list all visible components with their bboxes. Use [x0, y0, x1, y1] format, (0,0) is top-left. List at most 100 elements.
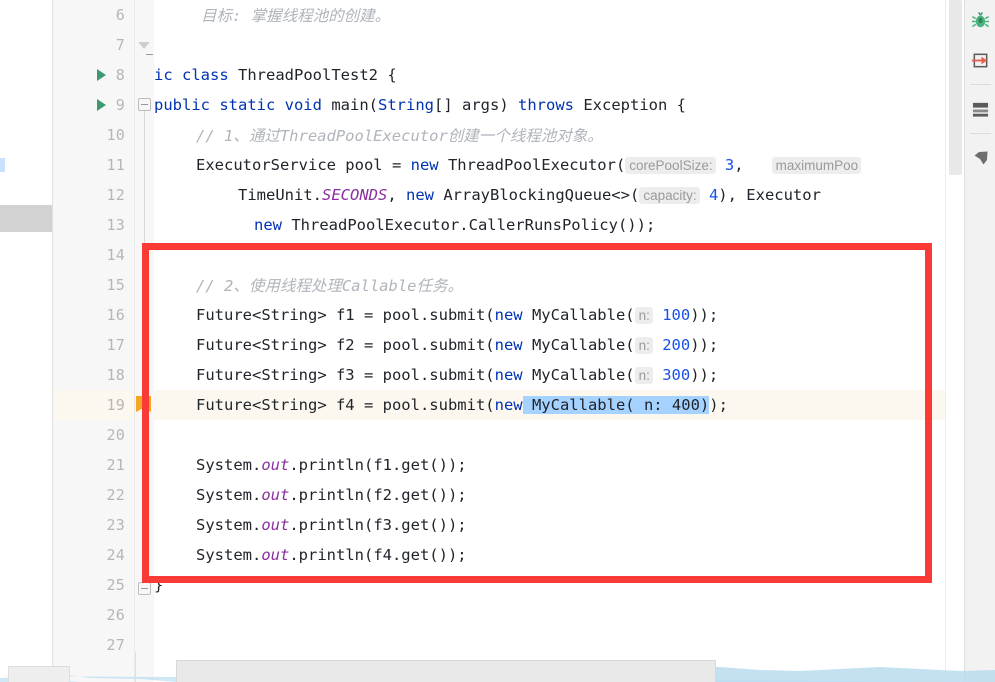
code-token-plain: MyCallable(	[522, 306, 635, 324]
code-token-kw: new	[410, 156, 439, 174]
code-line-7[interactable]	[154, 30, 945, 60]
line-number-label: 26	[106, 606, 125, 624]
code-token-plain: ThreadPoolExecutor(	[438, 156, 626, 174]
line-number-25[interactable]: 25	[53, 570, 134, 600]
line-number-6[interactable]: 6	[53, 0, 134, 30]
code-line-15[interactable]: // 2、使用线程处理Callable任务。	[154, 270, 945, 300]
code-line-12[interactable]: TimeUnit. SECONDS, new ArrayBlockingQueue…	[154, 180, 945, 210]
code-line-9[interactable]: public static void main(String[] args) t…	[154, 90, 945, 120]
line-number-19[interactable]: 19	[53, 390, 134, 420]
line-number-label: 7	[115, 36, 125, 54]
line-number-label: 17	[106, 336, 125, 354]
code-editor-window: 6 7 8 9 10 11 12 13 14 15 16 17 18 19 20 21 22 23 24 25 26 27…	[0, 0, 995, 682]
line-number-label: 24	[106, 546, 125, 564]
code-line-11[interactable]: ExecutorService pool = new ThreadPoolExe…	[154, 150, 945, 180]
code-text-area[interactable]: 目标: 掌握线程池的创建。 ic class ThreadPoolTest2 {p…	[154, 0, 945, 682]
line-number-label: 12	[106, 186, 125, 204]
code-line-16[interactable]: Future<String> f1 = pool.submit(new MyCa…	[154, 300, 945, 330]
line-number-label: 22	[106, 486, 125, 504]
line-number-23[interactable]: 23	[53, 510, 134, 540]
line-number-21[interactable]: 21	[53, 450, 134, 480]
code-token-plain: .println(f4.get());	[289, 546, 467, 564]
code-token-num: 4	[708, 186, 719, 204]
line-number-12[interactable]: 12	[53, 180, 134, 210]
step-arrow-icon[interactable]	[965, 40, 995, 80]
fold-marker-end[interactable]	[138, 582, 151, 595]
code-token-hint: n:	[634, 306, 653, 324]
code-token-plain: MyCallable(	[522, 336, 635, 354]
line-number-7[interactable]: 7	[53, 30, 134, 60]
line-number-label: 13	[106, 216, 125, 234]
code-token-plain: System.	[196, 456, 262, 474]
line-number-11[interactable]: 11	[53, 150, 134, 180]
code-line-10[interactable]: // 1、通过ThreadPoolExecutor创建一个线程池对象。	[154, 120, 945, 150]
code-line-20[interactable]	[154, 420, 945, 450]
line-number-15[interactable]: 15	[53, 270, 134, 300]
code-line-25[interactable]: }	[154, 570, 945, 600]
left-scroll-block[interactable]	[0, 205, 52, 232]
line-number-13[interactable]: 13	[53, 210, 134, 240]
code-line-17[interactable]: Future<String> f2 = pool.submit(new MyCa…	[154, 330, 945, 360]
fold-guide-line	[144, 111, 145, 581]
code-line-8[interactable]: ic class ThreadPoolTest2 {	[154, 60, 945, 90]
fold-marker-method[interactable]	[138, 98, 151, 111]
code-line-23[interactable]: System. out .println(f3.get());	[154, 510, 945, 540]
code-token-plain: .println(f1.get());	[289, 456, 467, 474]
waveform-left-frame	[8, 666, 70, 682]
line-number-26[interactable]: 26	[53, 600, 134, 630]
code-token-plain: TimeUnit.	[238, 186, 322, 204]
code-token-plain: (	[368, 96, 378, 114]
vertical-scrollbar-track[interactable]	[945, 0, 964, 682]
code-token-cmt: // 1、通过ThreadPoolExecutor创建一个线程池对象。	[196, 127, 603, 145]
code-fold-strip[interactable]	[135, 0, 154, 682]
line-number-14[interactable]: 14	[53, 240, 134, 270]
debug-bug-icon[interactable]	[965, 0, 995, 40]
variables-icon[interactable]	[965, 89, 995, 129]
code-token-plain: Exception {	[574, 96, 686, 114]
code-line-14[interactable]	[154, 240, 945, 270]
line-number-17[interactable]: 17	[53, 330, 134, 360]
line-number-16[interactable]: 16	[53, 300, 134, 330]
line-number-label: 10	[106, 126, 125, 144]
line-number-8[interactable]: 8	[53, 60, 134, 90]
fold-marker-collapsed[interactable]	[138, 42, 153, 55]
code-token-hint: corePoolSize:	[625, 156, 716, 174]
line-number-label: 18	[106, 366, 125, 384]
line-number-9[interactable]: 9	[53, 90, 134, 120]
run-arrow-icon[interactable]	[97, 69, 106, 81]
line-number-10[interactable]: 10	[53, 120, 134, 150]
code-line-18[interactable]: Future<String> f3 = pool.submit(new MyCa…	[154, 360, 945, 390]
code-line-22[interactable]: System. out .println(f2.get());	[154, 480, 945, 510]
code-line-26[interactable]	[154, 600, 945, 630]
code-line-19[interactable]: Future<String> f4 = pool.submit(new MyCa…	[154, 390, 945, 420]
code-token-plain: Future<String> f3 = pool.submit(	[196, 366, 495, 384]
pin-icon[interactable]	[965, 138, 995, 178]
left-edge-strip	[0, 0, 52, 682]
line-number-18[interactable]: 18	[53, 360, 134, 390]
line-number-gutter: 6 7 8 9 10 11 12 13 14 15 16 17 18 19 20 21 22 23 24 25 26 27	[53, 0, 135, 682]
code-token-plain: ,	[734, 156, 772, 174]
code-token-kw: public static void	[154, 96, 322, 114]
line-number-label: 15	[106, 276, 125, 294]
code-token-plain: System.	[196, 486, 262, 504]
code-token-plain: ));	[690, 366, 719, 384]
line-number-label: 14	[106, 246, 125, 264]
line-number-label: 16	[106, 306, 125, 324]
code-line-21[interactable]: System. out .println(f1.get());	[154, 450, 945, 480]
code-line-13[interactable]: new ThreadPoolExecutor.CallerRunsPolicy(…	[154, 210, 945, 240]
code-line-6[interactable]: 目标: 掌握线程池的创建。	[154, 0, 945, 30]
line-number-22[interactable]: 22	[53, 480, 134, 510]
line-number-20[interactable]: 20	[53, 420, 134, 450]
run-arrow-icon[interactable]	[97, 99, 106, 111]
code-line-24[interactable]: System. out .println(f4.get());	[154, 540, 945, 570]
line-number-24[interactable]: 24	[53, 540, 134, 570]
code-token-num: 100	[662, 306, 691, 324]
code-token-hint: n:	[634, 366, 653, 384]
vertical-scrollbar-thumb[interactable]	[949, 0, 962, 175]
